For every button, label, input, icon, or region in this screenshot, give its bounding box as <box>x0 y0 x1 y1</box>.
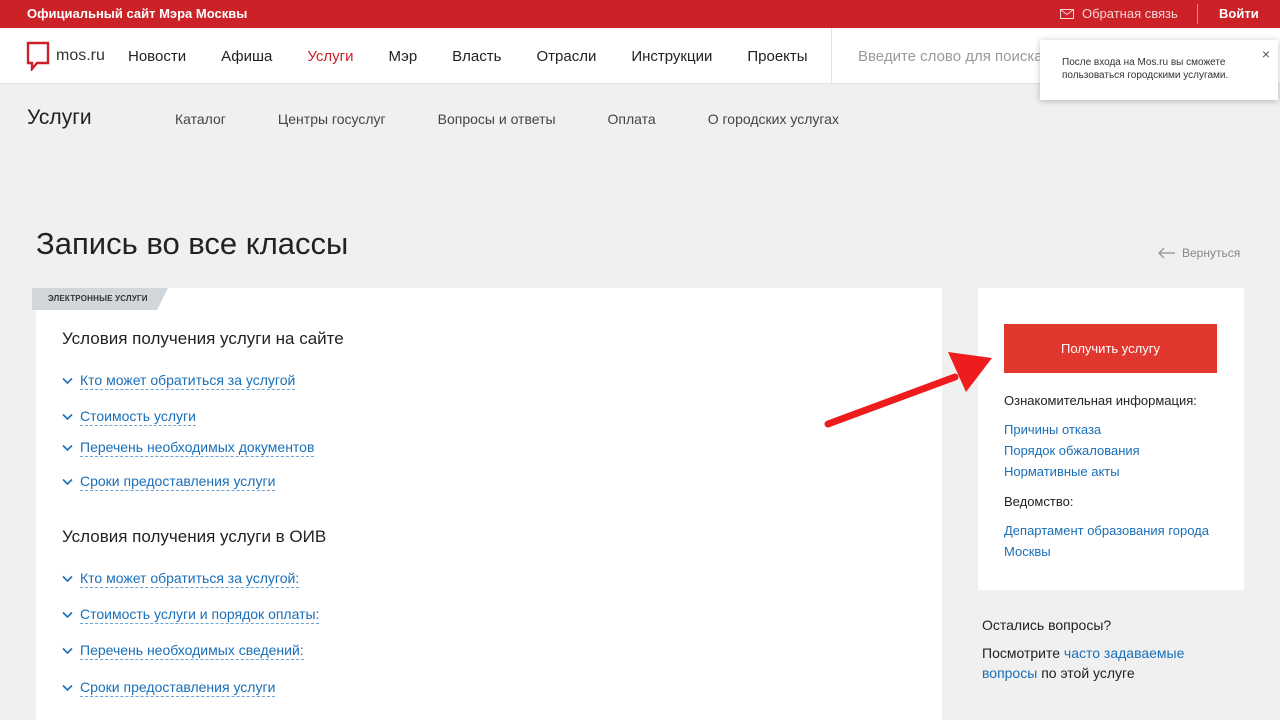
subnav-item-catalog[interactable]: Каталог <box>175 111 226 127</box>
site-conditions-title: Условия получения услуги на сайте <box>62 329 344 348</box>
info-label: Ознакомительная информация: <box>1004 393 1197 408</box>
site-condition-item[interactable]: Перечень необходимых документов <box>62 439 315 457</box>
popup-text: После входа на Mos.ru вы сможете пользов… <box>1062 57 1229 81</box>
mos-logo[interactable]: mos.ru <box>26 41 105 71</box>
electronic-services-tag: ЭЛЕКТРОННЫЕ УСЛУГИ <box>32 288 168 310</box>
subnav-item-payment[interactable]: Оплата <box>608 111 656 127</box>
nav-item-government[interactable]: Власть <box>452 48 501 65</box>
oiv-condition-link-terms[interactable]: Сроки предоставления услуги <box>80 679 276 697</box>
annotation-arrow-icon <box>824 352 992 428</box>
questions-text-after: по этой услуге <box>1041 665 1135 681</box>
oiv-condition-link-who[interactable]: Кто может обратиться за услугой: <box>80 570 300 588</box>
oiv-condition-item[interactable]: Стоимость услуги и порядок оплаты: <box>62 606 320 624</box>
chevron-down-icon <box>62 444 73 452</box>
oiv-condition-item[interactable]: Сроки предоставления услуги <box>62 679 276 697</box>
top-bar: Официальный сайт Мэра Москвы Обратная св… <box>0 0 1280 28</box>
site-condition-item[interactable]: Кто может обратиться за услугой <box>62 372 296 390</box>
chevron-down-icon <box>62 684 73 692</box>
questions-text: Посмотрите часто задаваемые вопросы по э… <box>982 643 1242 683</box>
oiv-condition-item[interactable]: Кто может обратиться за услугой: <box>62 570 300 588</box>
questions-title: Остались вопросы? <box>982 617 1112 633</box>
nav-item-afisha[interactable]: Афиша <box>221 48 272 65</box>
regulations-link[interactable]: Нормативные акты <box>1004 461 1120 482</box>
site-condition-link-who[interactable]: Кто может обратиться за услугой <box>80 372 296 390</box>
chevron-down-icon <box>62 377 73 385</box>
oiv-condition-link-cost[interactable]: Стоимость услуги и порядок оплаты: <box>80 606 320 624</box>
questions-text-before: Посмотрите <box>982 645 1061 661</box>
nav-menu: Новости Афиша Услуги Мэр Власть Отрасли … <box>128 48 843 65</box>
close-icon[interactable]: × <box>1262 46 1270 62</box>
subnav-item-centers[interactable]: Центры госуслуг <box>278 111 386 127</box>
subnav-item-about[interactable]: О городских услугах <box>708 111 839 127</box>
chevron-down-icon <box>62 478 73 486</box>
arrow-left-icon <box>1158 247 1175 259</box>
get-service-button[interactable]: Получить услугу <box>1004 324 1217 373</box>
agency-label: Ведомство: <box>1004 494 1074 509</box>
login-hint-popup: После входа на Mos.ru вы сможете пользов… <box>1040 40 1278 100</box>
logo-text: mos.ru <box>56 47 105 64</box>
envelope-icon <box>1060 8 1074 19</box>
appeal-procedure-link[interactable]: Порядок обжалования <box>1004 440 1140 461</box>
chevron-down-icon <box>62 413 73 421</box>
chevron-down-icon <box>62 575 73 583</box>
nav-item-services[interactable]: Услуги <box>307 48 353 65</box>
subnav-item-faq[interactable]: Вопросы и ответы <box>438 111 556 127</box>
service-conditions-card: ЭЛЕКТРОННЫЕ УСЛУГИ Условия получения усл… <box>32 288 942 720</box>
nav-item-projects[interactable]: Проекты <box>747 48 807 65</box>
questions-block: Остались вопросы? Посмотрите часто задав… <box>982 617 1242 683</box>
nav-item-sectors[interactable]: Отрасли <box>536 48 596 65</box>
refusal-reasons-link[interactable]: Причины отказа <box>1004 419 1101 440</box>
login-button[interactable]: Войти <box>1219 6 1259 21</box>
oiv-condition-link-info[interactable]: Перечень необходимых сведений: <box>80 642 304 660</box>
chevron-down-icon <box>62 611 73 619</box>
chevron-down-icon <box>62 647 73 655</box>
oiv-condition-item[interactable]: Перечень необходимых сведений: <box>62 642 304 660</box>
feedback-label: Обратная связь <box>1082 6 1178 21</box>
back-label: Вернуться <box>1182 246 1241 260</box>
site-condition-link-terms[interactable]: Сроки предоставления услуги <box>80 473 276 491</box>
agency-link[interactable]: Департамент образования города Москвы <box>1004 520 1224 562</box>
nav-item-news[interactable]: Новости <box>128 48 186 65</box>
site-condition-item[interactable]: Стоимость услуги <box>62 408 196 426</box>
feedback-link[interactable]: Обратная связь <box>1060 6 1178 21</box>
section-subnav: Каталог Центры госуслуг Вопросы и ответы… <box>175 111 891 127</box>
search-input[interactable]: Введите слово для поиска <box>858 48 1043 65</box>
site-condition-link-cost[interactable]: Стоимость услуги <box>80 408 196 426</box>
nav-item-instructions[interactable]: Инструкции <box>631 48 712 65</box>
nav-item-mayor[interactable]: Мэр <box>389 48 418 65</box>
oiv-conditions-title: Условия получения услуги в ОИВ <box>62 527 327 546</box>
section-title[interactable]: Услуги <box>27 106 92 130</box>
nav-divider <box>831 28 832 84</box>
service-sidebar-card: Получить услугу Ознакомительная информац… <box>978 288 1244 590</box>
back-link[interactable]: Вернуться <box>1158 246 1240 260</box>
logo-icon <box>26 41 50 71</box>
site-condition-link-documents[interactable]: Перечень необходимых документов <box>80 439 315 457</box>
page-title: Запись во все классы <box>36 226 349 261</box>
site-name[interactable]: Официальный сайт Мэра Москвы <box>27 6 247 21</box>
site-condition-item[interactable]: Сроки предоставления услуги <box>62 473 276 491</box>
topbar-divider <box>1197 4 1198 24</box>
